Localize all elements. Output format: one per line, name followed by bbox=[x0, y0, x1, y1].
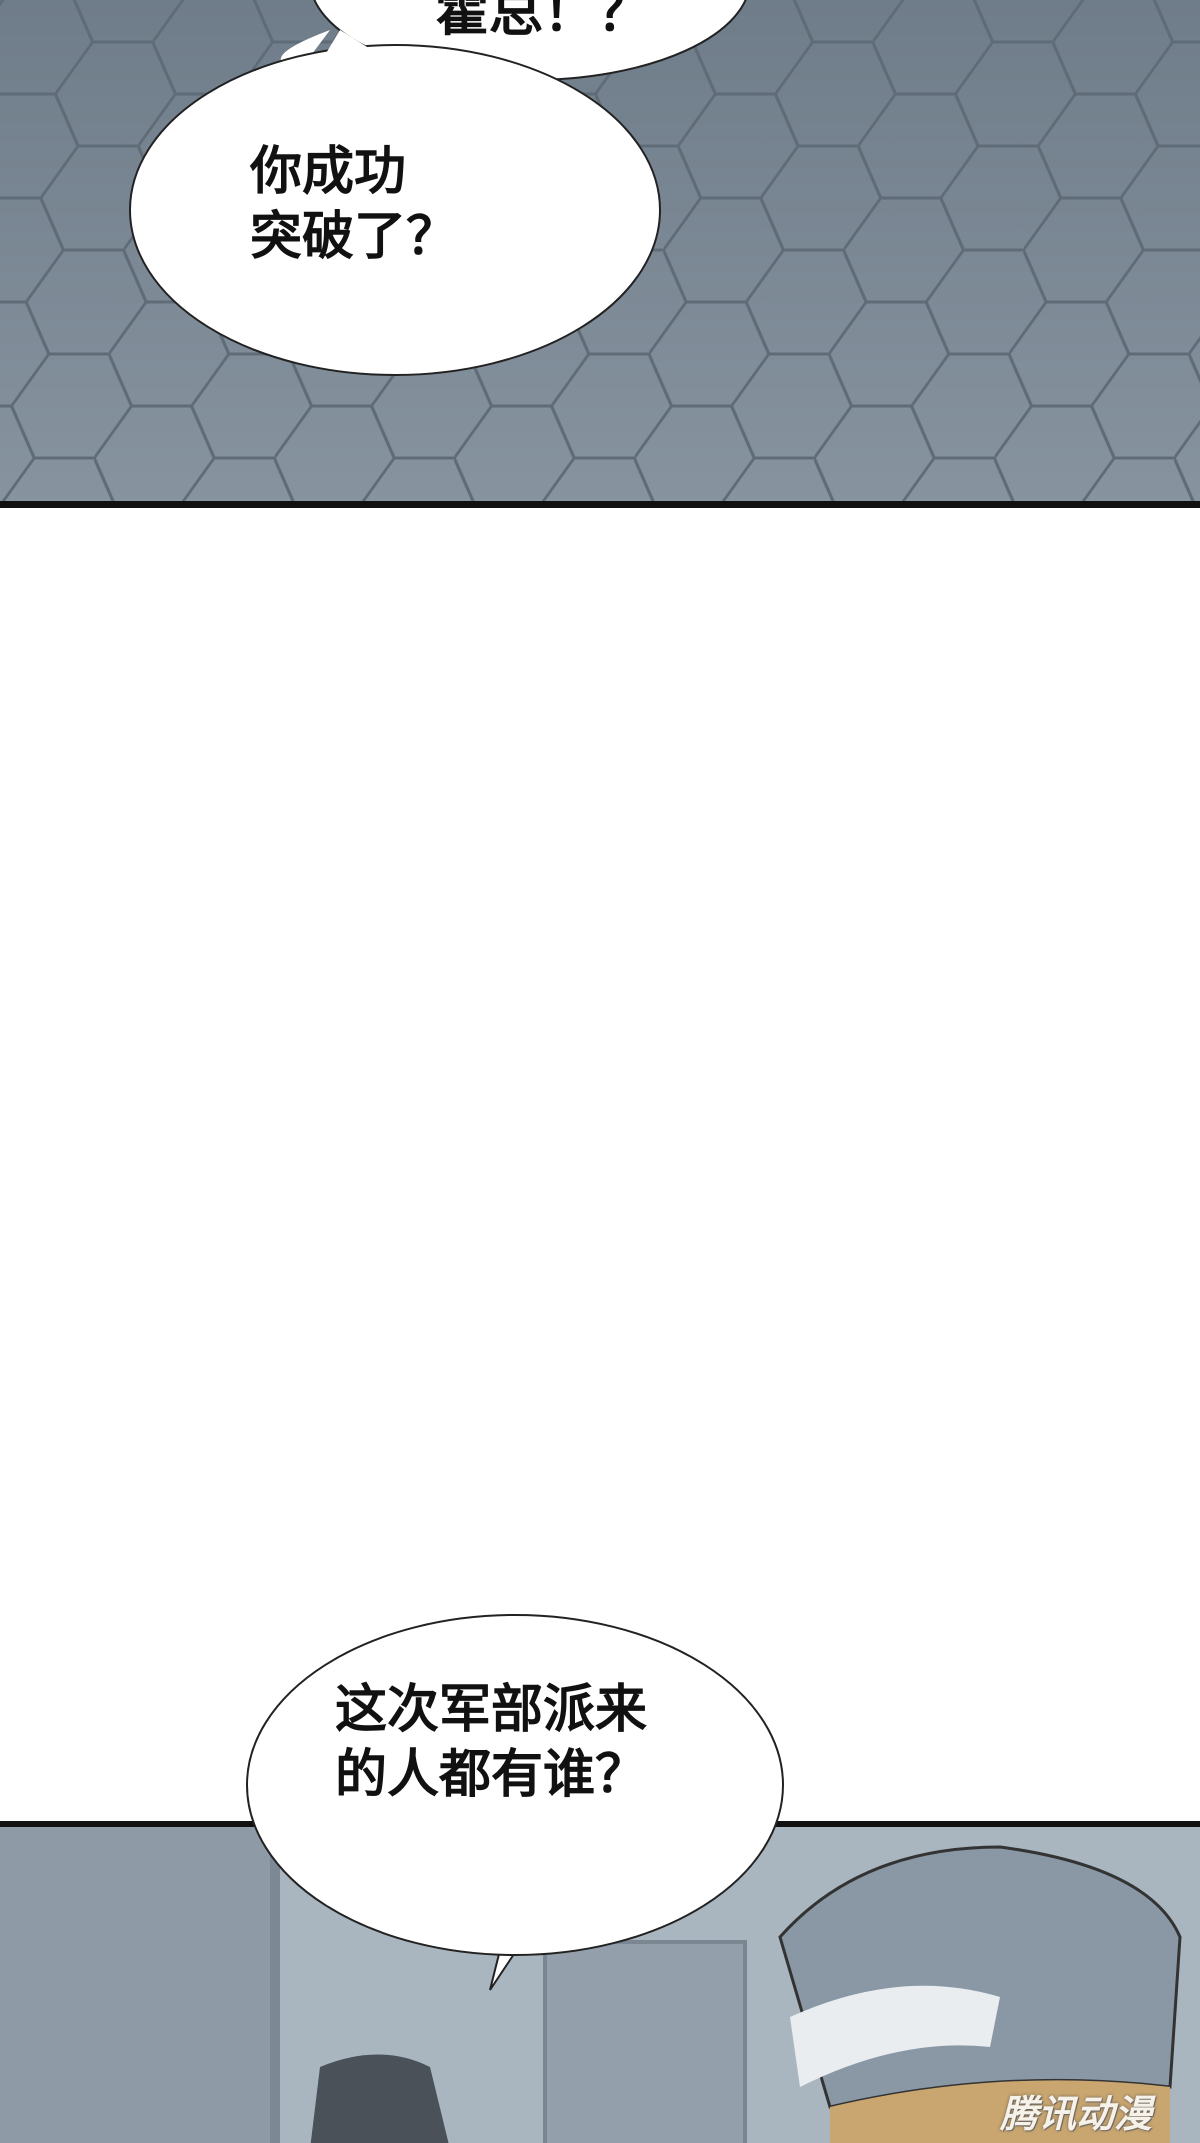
character-hair bbox=[310, 2054, 449, 2143]
dialogue-text-3: 这次军部派来 的人都有谁？ bbox=[335, 1680, 648, 1805]
dialogue-text-1: 霍总！？ bbox=[435, 0, 651, 43]
watermark-logo: 腾讯动漫 bbox=[1000, 2092, 1153, 2136]
speech-bubble-top bbox=[129, 0, 747, 376]
dialogue-text-2: 你成功 突破了？ bbox=[250, 142, 459, 267]
